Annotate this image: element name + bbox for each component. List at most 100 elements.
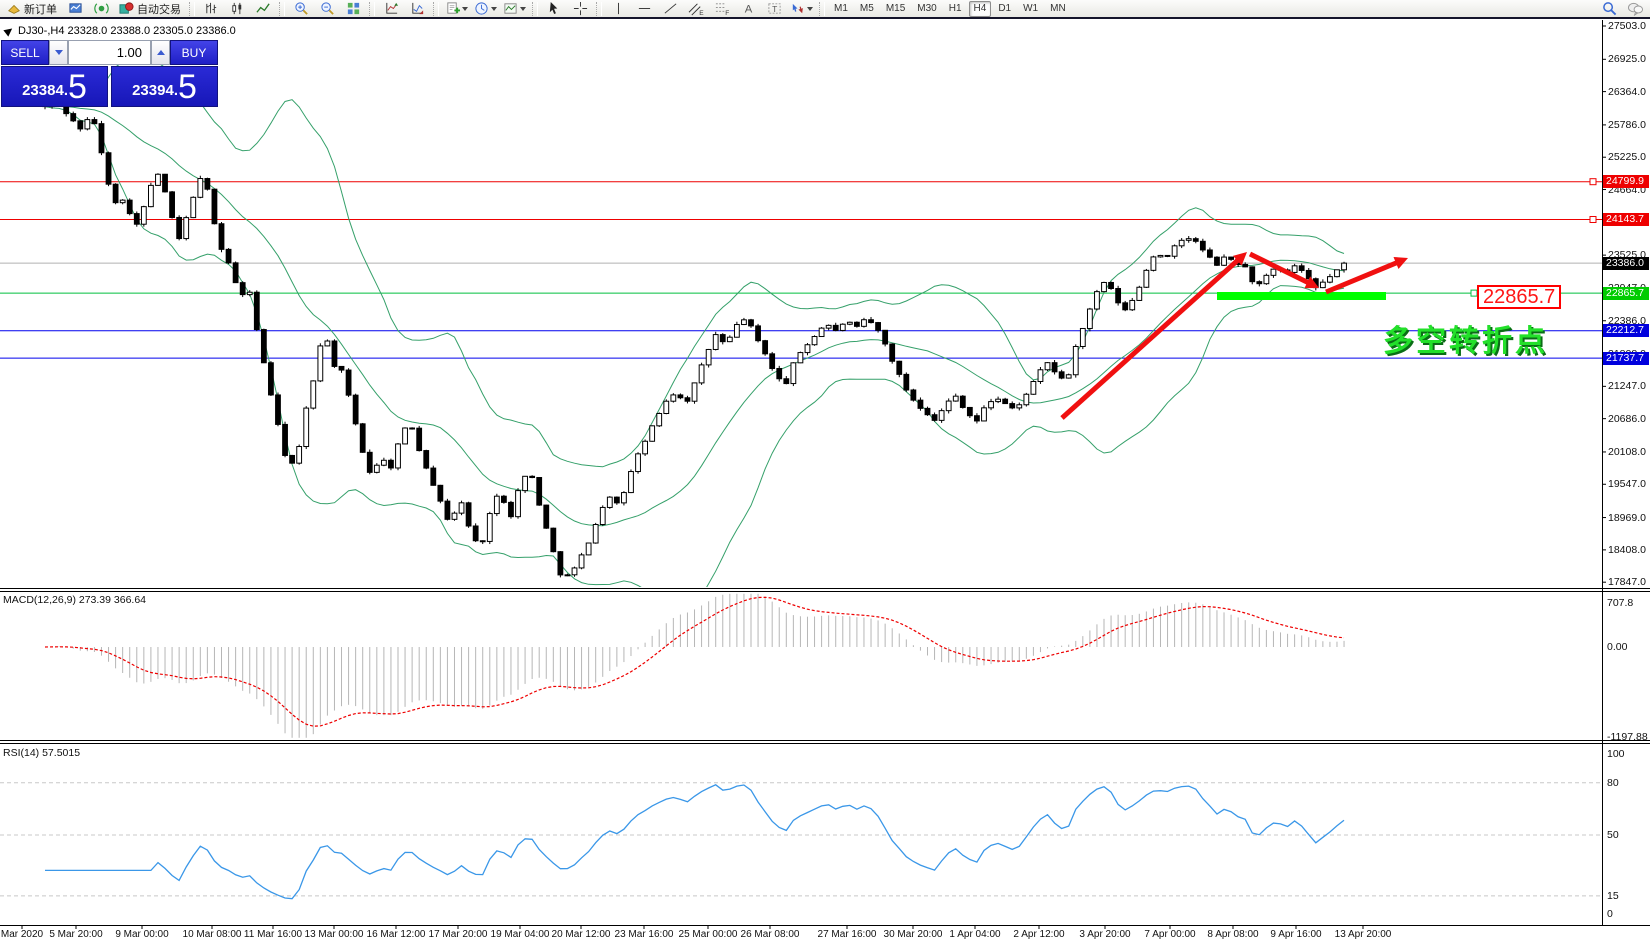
timeframe-mn[interactable]: MN — [1045, 1, 1071, 17]
candle-body — [339, 366, 344, 370]
candle-body — [85, 120, 90, 129]
timeframe-d1[interactable]: D1 — [993, 1, 1016, 17]
candle-body — [1137, 287, 1142, 300]
chevron-down-icon — [520, 7, 526, 11]
candle-body — [198, 179, 203, 198]
candle-body — [254, 292, 259, 329]
candle-body — [537, 478, 542, 506]
candle-body — [756, 326, 761, 341]
candle-body — [494, 496, 499, 513]
candle-body — [99, 124, 104, 153]
timeframe-h4[interactable]: H4 — [969, 1, 992, 17]
candle-body — [925, 408, 930, 414]
chart-canvas[interactable] — [0, 0, 1650, 946]
autotrade-label: 自动交易 — [137, 1, 181, 17]
symbols-button[interactable] — [62, 0, 88, 18]
candle-body — [1328, 277, 1333, 283]
price-level-flag: 24799.9 — [1603, 175, 1649, 188]
candle-body — [297, 447, 302, 464]
chat-button[interactable] — [1622, 0, 1648, 18]
turning-point-annotation[interactable]: 多空转折点 — [1383, 316, 1548, 360]
candle-body — [459, 503, 464, 513]
signals-button[interactable] — [88, 0, 114, 18]
candle-body — [565, 575, 570, 576]
candle-body — [784, 379, 789, 384]
candle-body — [805, 345, 810, 353]
arrows-button[interactable] — [787, 0, 816, 18]
new-order-button[interactable]: 新订单 — [2, 0, 62, 18]
zoom-in-button[interactable] — [288, 0, 314, 18]
candle-body — [261, 330, 266, 363]
crosshair-button[interactable] — [567, 0, 593, 18]
price-annotation-flag[interactable]: 22865.7 — [1477, 285, 1561, 309]
text-button[interactable]: A — [735, 0, 761, 18]
time-axis-label: 8 Apr 08:00 — [1207, 929, 1258, 940]
label-button[interactable]: T — [761, 0, 787, 18]
trend-arrow[interactable] — [1062, 258, 1240, 418]
timeframe-m30[interactable]: M30 — [912, 1, 941, 17]
sell-button[interactable]: SELL — [1, 40, 49, 65]
candle-body — [1342, 263, 1347, 270]
tile-windows-button[interactable] — [340, 0, 366, 18]
horizontal-line-button[interactable] — [631, 0, 657, 18]
indicator-window-button[interactable] — [378, 0, 404, 18]
candle-body — [678, 395, 683, 398]
candle-body — [1087, 309, 1092, 328]
zoom-out-button[interactable] — [314, 0, 340, 18]
period-button[interactable] — [471, 0, 500, 18]
cursor-button[interactable] — [541, 0, 567, 18]
fibonacci-button[interactable]: F — [709, 0, 735, 18]
candle-body — [381, 460, 386, 465]
add-indicator-icon — [445, 1, 460, 16]
tile-windows-icon — [346, 1, 361, 16]
add-indicator-button[interactable] — [442, 0, 471, 18]
new-order-icon — [7, 2, 21, 16]
new-order-label: 新订单 — [24, 1, 57, 17]
trendline-button[interactable] — [657, 0, 683, 18]
time-axis-label: 25 Mar 00:00 — [679, 929, 738, 940]
buy-price-display[interactable]: 23394.5 — [111, 66, 218, 107]
bar-chart-button[interactable] — [198, 0, 224, 18]
candle-body — [290, 455, 295, 463]
search-icon — [1602, 1, 1617, 16]
vertical-line-button[interactable] — [605, 0, 631, 18]
line-chart-button[interactable] — [250, 0, 276, 18]
candle-body — [614, 497, 619, 503]
candlestick-icon — [230, 1, 245, 16]
timeframe-m15[interactable]: M15 — [881, 1, 910, 17]
candle-body — [396, 444, 401, 468]
candle-body — [219, 224, 224, 250]
autotrade-button[interactable]: 自动交易 — [114, 0, 186, 18]
candle-body — [1179, 240, 1184, 246]
indicator-list-button[interactable] — [404, 0, 430, 18]
support-highlight-bar[interactable] — [1217, 292, 1386, 300]
price-level-flag: 21737.7 — [1603, 352, 1649, 365]
time-axis-label: 17 Mar 20:00 — [429, 929, 488, 940]
time-axis-label: 10 Mar 08:00 — [183, 929, 242, 940]
candle-body — [417, 428, 422, 450]
timeframe-m5[interactable]: M5 — [855, 1, 879, 17]
volume-down-button[interactable] — [49, 40, 68, 65]
volume-input[interactable] — [68, 40, 151, 65]
line-handle[interactable] — [1590, 216, 1596, 222]
line-handle[interactable] — [1590, 179, 1596, 185]
toolbar-separator — [279, 2, 285, 16]
time-axis-label: 11 Mar 16:00 — [244, 929, 302, 940]
channel-button[interactable]: E — [683, 0, 709, 18]
candle-body — [325, 341, 330, 346]
timeframe-m1[interactable]: M1 — [829, 1, 853, 17]
candle-body — [770, 354, 775, 369]
volume-up-button[interactable] — [151, 40, 170, 65]
template-button[interactable] — [500, 0, 529, 18]
search-button[interactable] — [1596, 0, 1622, 18]
timeframe-w1[interactable]: W1 — [1018, 1, 1043, 17]
signals-icon — [94, 1, 109, 16]
svg-text:A: A — [744, 3, 752, 15]
candle-body — [911, 390, 916, 400]
candle-body — [1066, 375, 1071, 378]
candlestick-button[interactable] — [224, 0, 250, 18]
sell-price-display[interactable]: 23384.5 — [1, 66, 108, 107]
buy-button[interactable]: BUY — [170, 40, 218, 65]
toolbar-separator — [596, 2, 602, 16]
timeframe-h1[interactable]: H1 — [944, 1, 967, 17]
